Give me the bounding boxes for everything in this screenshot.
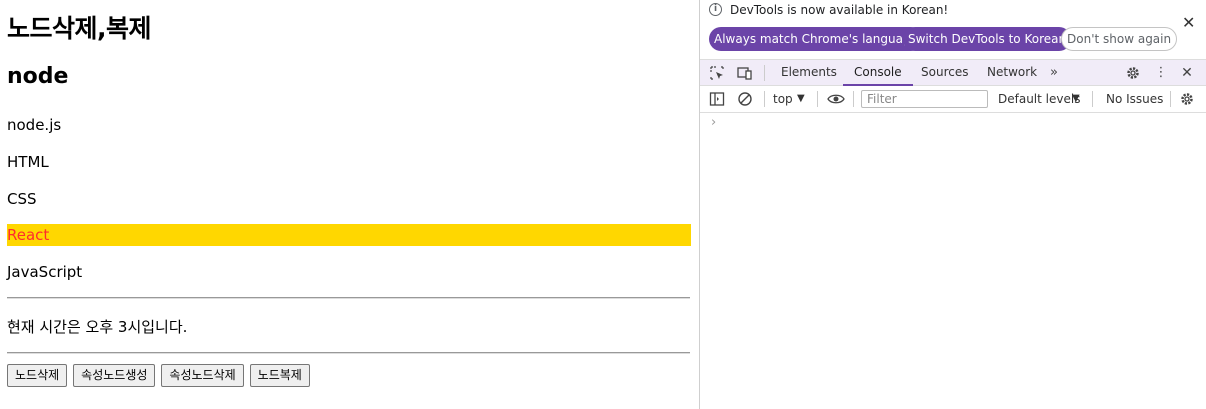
log-levels-dropdown[interactable]: Default levels [998,86,1080,112]
delete-attribute-node-button[interactable]: 속성노드삭제 [161,364,244,387]
list-item: CSS [7,190,37,208]
list-item: JavaScript [7,263,83,281]
divider [7,297,690,299]
button-row: 노드삭제 속성노드생성 속성노드삭제 노드복제 [7,364,310,387]
clear-console-icon[interactable] [737,91,753,107]
web-page: 노드삭제,복제 node node.js HTML CSS React Java… [0,0,699,409]
close-icon[interactable]: ✕ [1182,14,1195,32]
infobar-message: DevTools is now available in Korean! [730,3,949,17]
dont-show-again-button[interactable]: Don't show again [1061,27,1178,51]
separator [817,91,818,107]
sidebar-toggle-icon[interactable] [709,91,725,107]
tab-network[interactable]: Network [987,60,1037,86]
tab-sources[interactable]: Sources [921,60,968,86]
filter-input[interactable] [861,90,988,108]
chevron-down-icon[interactable]: ▼ [1072,86,1080,112]
console-settings-icon[interactable] [1179,91,1195,107]
language-infobar: i DevTools is now available in Korean! ✕… [700,0,1206,59]
devtools-panel: i DevTools is now available in Korean! ✕… [699,0,1206,409]
more-options-icon[interactable]: ⋮ [1153,65,1169,81]
list-item: HTML [7,153,49,171]
gear-icon[interactable] [1125,65,1141,81]
match-language-button[interactable]: Always match Chrome's language [709,27,923,51]
devtools-tabbar: Elements Console Sources Network » ⋮ ✕ [700,59,1206,86]
tab-elements[interactable]: Elements [781,60,837,86]
section-heading: node [7,64,69,89]
info-icon: i [709,3,722,16]
list-item-highlighted: React [7,224,691,246]
close-devtools-icon[interactable]: ✕ [1179,65,1195,81]
list-item: node.js [7,116,62,134]
device-toolbar-icon[interactable] [737,65,753,81]
issues-counter[interactable]: No Issues [1106,86,1163,112]
create-attribute-node-button[interactable]: 속성노드생성 [73,364,156,387]
separator [1170,91,1171,107]
chevron-down-icon[interactable]: ▼ [797,86,805,112]
eye-icon[interactable] [827,91,845,107]
separator [1092,91,1093,107]
separator [764,91,765,107]
page-title: 노드삭제,복제 [7,14,152,43]
delete-node-button[interactable]: 노드삭제 [7,364,68,387]
more-tabs-icon[interactable]: » [1046,65,1062,81]
time-text: 현재 시간은 오후 3시입니다. [7,318,188,336]
divider [7,352,690,354]
separator [853,91,854,107]
console-toolbar: top ▼ Default levels ▼ No Issues [700,86,1206,113]
inspect-element-icon[interactable] [709,65,725,81]
switch-language-button[interactable]: Switch DevTools to Korean [903,27,1072,51]
separator [764,65,765,81]
clone-node-button[interactable]: 노드복제 [249,364,310,387]
tab-console[interactable]: Console [843,60,913,86]
console-prompt-icon[interactable]: › [711,115,716,130]
context-selector[interactable]: top [773,86,793,112]
